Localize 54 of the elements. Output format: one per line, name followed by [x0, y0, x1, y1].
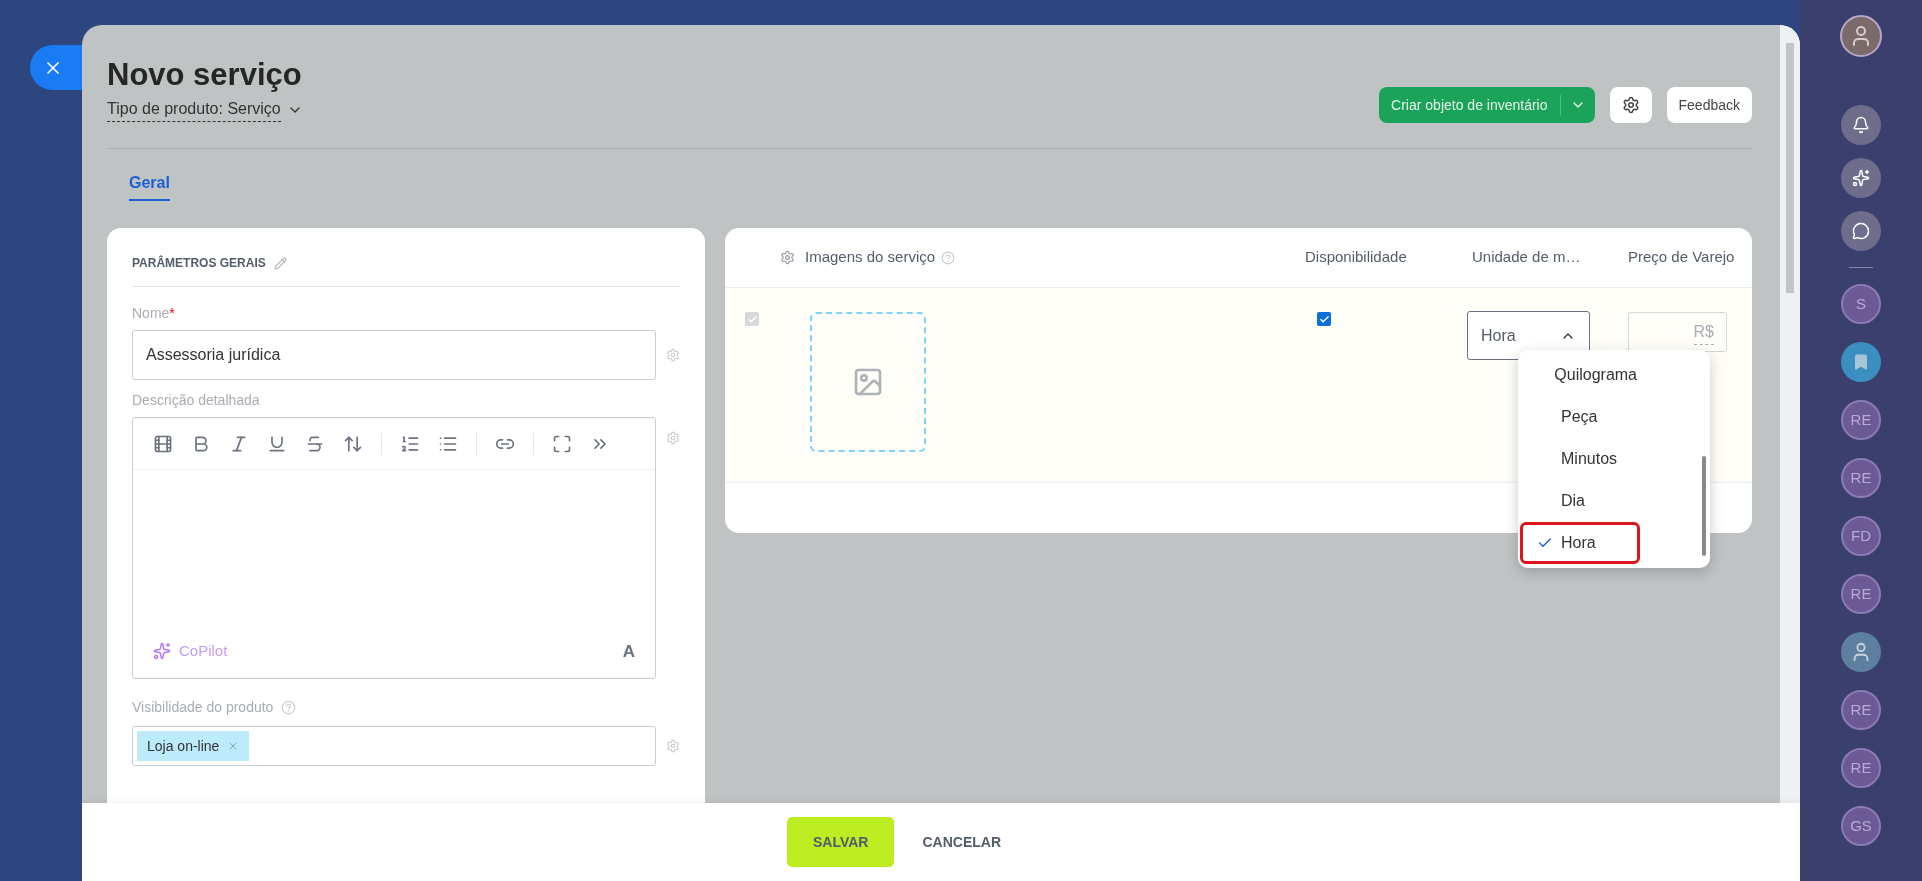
field-label: Nome* [132, 304, 176, 323]
bookmarks-button[interactable] [1841, 342, 1881, 382]
description-editor[interactable]: CoPilot A [132, 417, 656, 679]
fullscreen-icon[interactable] [552, 433, 572, 454]
check-icon [746, 313, 758, 325]
column-header: Disponibilidade [1304, 247, 1408, 268]
settings-icon [1621, 96, 1640, 114]
name-input[interactable]: Assessoria jurídica [132, 330, 656, 380]
field-label: Visibilidade do produto [132, 698, 274, 717]
user-avatar[interactable]: GS [1841, 806, 1881, 846]
scrollbar[interactable] [1780, 25, 1800, 803]
product-type-selector[interactable]: Tipo de produto: Serviço [107, 97, 303, 122]
settings-button[interactable] [1609, 87, 1652, 123]
column-header: Imagens do serviço [805, 247, 936, 268]
field-label: Descrição detalhada [132, 391, 261, 410]
sparkle-icon [153, 642, 171, 661]
section-title: PARÂMETROS GERAIS [132, 254, 266, 272]
bookmark-icon [1852, 353, 1870, 371]
text-format-icon[interactable]: A [622, 638, 635, 664]
user-avatar[interactable]: RE [1841, 690, 1881, 730]
save-button[interactable]: SALVAR [786, 817, 895, 867]
chat-button[interactable] [1841, 211, 1881, 251]
column-header: Unidade de m… [1471, 247, 1582, 268]
unit-option[interactable]: Peça [1520, 396, 1640, 438]
user-avatar[interactable]: S [1841, 284, 1881, 324]
sparkle-icon [1852, 169, 1870, 187]
bell-icon [1852, 116, 1870, 134]
feedback-button[interactable]: Feedback [1666, 87, 1752, 123]
avatar-placeholder[interactable] [1841, 632, 1881, 672]
unit-option[interactable]: Dia [1520, 480, 1640, 522]
visibility-tag: Loja on-line [137, 731, 250, 761]
close-button[interactable] [30, 45, 82, 90]
notifications-button[interactable] [1841, 105, 1881, 145]
user-avatar[interactable]: FD [1841, 516, 1881, 556]
video-icon[interactable] [153, 433, 173, 454]
unit-option[interactable]: Hora [1520, 522, 1640, 564]
check-icon [1318, 313, 1330, 325]
create-inventory-button[interactable]: Criar objeto de inventário [1379, 87, 1595, 123]
user-avatar[interactable]: RE [1841, 458, 1881, 498]
visibility-select[interactable]: Loja on-line [132, 726, 656, 766]
page-title: Novo serviço [107, 56, 303, 94]
cancel-button[interactable]: CANCELAR [908, 817, 1015, 867]
user-avatar[interactable]: RE [1841, 400, 1881, 440]
italic-icon[interactable] [229, 433, 249, 454]
column-header: Preço de Varejo [1627, 247, 1735, 268]
image-icon [852, 366, 884, 398]
tab[interactable]: Geral [129, 171, 170, 201]
chat-icon [1852, 222, 1870, 240]
settings-icon[interactable] [780, 250, 795, 265]
user-avatar[interactable]: RE [1841, 574, 1881, 614]
user-avatar[interactable] [1840, 15, 1882, 57]
copilot-button[interactable] [1841, 158, 1881, 198]
unit-option[interactable]: Minutos [1520, 438, 1640, 480]
user-avatar[interactable]: RE [1841, 748, 1881, 788]
